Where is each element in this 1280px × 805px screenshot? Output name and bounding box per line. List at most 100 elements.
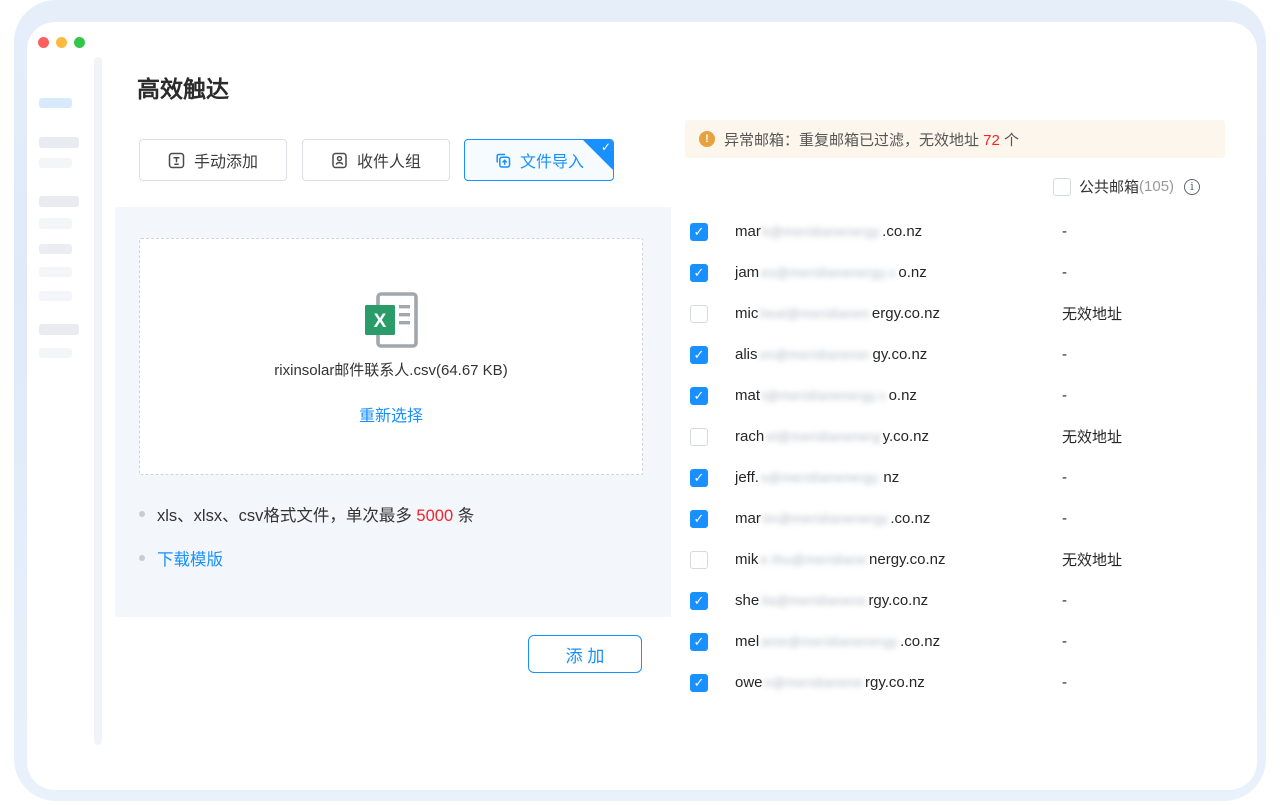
- masked-email-segment: on@meridianener: [760, 347, 871, 362]
- email-status: 无效地址: [1062, 303, 1122, 324]
- file-dropzone[interactable]: X rixinsolar邮件联系人.csv(64.67 KB) 重新选择: [139, 238, 643, 475]
- email-row: ✓owen@meridianenergy.co.nz-: [685, 662, 1230, 703]
- email-row-checkbox[interactable]: ✓: [690, 387, 708, 405]
- email-status: -: [1062, 346, 1067, 363]
- corner-check-icon: ✓: [601, 140, 611, 154]
- email-row-checkbox[interactable]: ✓: [690, 264, 708, 282]
- sidebar-skeleton-bar: [39, 196, 79, 207]
- email-address: james@meridianenergy.co.nz: [735, 264, 927, 281]
- email-row: ✓ james@meridianenergy.co.nz -: [685, 252, 1230, 293]
- bullet-dot: [139, 555, 145, 561]
- email-status: 无效地址: [1062, 426, 1122, 447]
- tab-label: 文件导入: [520, 148, 584, 172]
- email-address: martin@meridianenergy.co.nz: [735, 510, 930, 527]
- masked-email-segment: n@meridianene: [765, 675, 863, 690]
- excel-file-icon: X: [363, 291, 419, 349]
- email-address: melanie@meridianenergy.co.nz: [735, 633, 940, 650]
- email-address: jeff.s@meridianenergy.nz: [735, 469, 899, 486]
- reselect-link[interactable]: 重新选择: [359, 402, 423, 426]
- email-row: micheal@meridianenergy.co.nz 无效地址: [685, 293, 1230, 334]
- recipient-group-icon: [331, 152, 348, 169]
- sidebar-skeleton-bar: [39, 244, 72, 254]
- sidebar-skeleton-bar: [39, 137, 79, 148]
- max-count: 5000: [416, 507, 453, 525]
- svg-text:X: X: [374, 311, 387, 332]
- email-row: mike.thu@meridianenergy.co.nz 无效地址: [685, 539, 1230, 580]
- format-hint: xls、xlsx、csv格式文件，单次最多 5000 条: [139, 502, 474, 526]
- email-status: -: [1062, 633, 1067, 650]
- abnormal-mailbox-alert: ! 异常邮箱：重复邮箱已过滤，无效地址 72 个: [685, 120, 1225, 158]
- download-template-link[interactable]: 下载模版: [157, 546, 223, 570]
- manual-add-icon: [168, 152, 185, 169]
- email-row-checkbox[interactable]: ✓: [690, 510, 708, 528]
- email-row-checkbox[interactable]: [690, 551, 708, 569]
- masked-email-segment: e.thu@meridiane: [760, 552, 867, 567]
- public-mailbox-count: (105): [1139, 178, 1174, 195]
- add-button[interactable]: 添 加: [528, 635, 642, 673]
- masked-email-segment: es@meridianenergy.c: [761, 265, 896, 280]
- sidebar-skeleton-bar-active[interactable]: [39, 98, 72, 108]
- sidebar-divider: [94, 57, 102, 745]
- masked-email-segment: el@meridianenerg: [766, 429, 880, 444]
- tab-label: 收件人组: [357, 148, 421, 172]
- email-row-checkbox[interactable]: ✓: [690, 223, 708, 241]
- info-icon[interactable]: i: [1184, 179, 1200, 195]
- bullet-dot: [139, 511, 145, 517]
- masked-email-segment: anie@meridianenergy: [761, 634, 898, 649]
- email-address: mike.thu@meridianenergy.co.nz: [735, 551, 945, 568]
- masked-email-segment: ila@meridianene: [761, 593, 866, 608]
- email-row-checkbox[interactable]: [690, 428, 708, 446]
- traffic-light-close[interactable]: [38, 37, 49, 48]
- email-row: ✓ mark@meridianenergy.co.nz -: [685, 211, 1230, 252]
- email-address: matt@meridianenergy.co.nz: [735, 387, 917, 404]
- email-row: ✓ melanie@meridianenergy.co.nz -: [685, 621, 1230, 662]
- email-row-checkbox[interactable]: ✓: [690, 469, 708, 487]
- sidebar-skeleton-bar: [39, 158, 72, 168]
- traffic-light-minimize[interactable]: [56, 37, 67, 48]
- email-row-checkbox[interactable]: ✓: [690, 346, 708, 364]
- masked-email-segment: k@meridianenergy: [763, 224, 880, 239]
- email-row: ✓ sheila@meridianenergy.co.nz -: [685, 580, 1230, 621]
- masked-email-segment: tin@meridianenergy: [763, 511, 889, 526]
- email-list: ✓ mark@meridianenergy.co.nz - ✓ james@meridi…: [685, 211, 1230, 703]
- email-status: 无效地址: [1062, 549, 1122, 570]
- email-row: ✓ jeff.s@meridianenergy.nz -: [685, 457, 1230, 498]
- invalid-count: 72: [983, 132, 1000, 149]
- email-address: micheal@meridianenergy.co.nz: [735, 305, 940, 322]
- email-status: -: [1062, 469, 1067, 486]
- sidebar-skeleton-bar: [39, 348, 72, 358]
- page-title: 高效触达: [137, 70, 229, 104]
- email-row: ✓ martin@meridianenergy.co.nz -: [685, 498, 1230, 539]
- tab-recipient-group[interactable]: 收件人组: [302, 139, 450, 181]
- sidebar-skeleton-bar: [39, 291, 72, 301]
- tab-file-import[interactable]: 文件导入 ✓: [464, 139, 614, 181]
- email-status: -: [1062, 223, 1067, 240]
- email-address: alison@meridianenergy.co.nz: [735, 346, 927, 363]
- public-mailbox-row: 公共邮箱 (105) i: [1053, 176, 1200, 197]
- masked-email-segment: s@meridianenergy.: [761, 470, 881, 485]
- tab-manual-add[interactable]: 手动添加: [139, 139, 287, 181]
- email-row-checkbox[interactable]: ✓: [690, 592, 708, 610]
- email-status: -: [1062, 592, 1067, 609]
- email-row: ✓ matt@meridianenergy.co.nz -: [685, 375, 1230, 416]
- email-status: -: [1062, 264, 1067, 281]
- email-address: sheila@meridianenergy.co.nz: [735, 592, 928, 609]
- email-address: mark@meridianenergy.co.nz: [735, 223, 922, 240]
- email-status: -: [1062, 674, 1067, 691]
- email-row-checkbox[interactable]: ✓: [690, 674, 708, 692]
- template-hint: 下载模版: [139, 546, 223, 570]
- masked-email-segment: t@meridianenergy.c: [762, 388, 887, 403]
- masked-email-segment: heal@meridianen: [760, 306, 870, 321]
- email-status: -: [1062, 387, 1067, 404]
- public-mailbox-checkbox[interactable]: [1053, 178, 1071, 196]
- email-address: rachel@meridianenergy.co.nz: [735, 428, 929, 445]
- email-row-checkbox[interactable]: ✓: [690, 633, 708, 651]
- sidebar-skeleton-bar: [39, 218, 72, 229]
- email-row: rachel@meridianenergy.co.nz 无效地址: [685, 416, 1230, 457]
- traffic-light-zoom[interactable]: [74, 37, 85, 48]
- file-import-icon: [494, 152, 511, 169]
- email-status: -: [1062, 510, 1067, 527]
- email-row-checkbox[interactable]: [690, 305, 708, 323]
- email-row: ✓ alison@meridianenergy.co.nz -: [685, 334, 1230, 375]
- sidebar-skeleton-bar: [39, 324, 79, 335]
